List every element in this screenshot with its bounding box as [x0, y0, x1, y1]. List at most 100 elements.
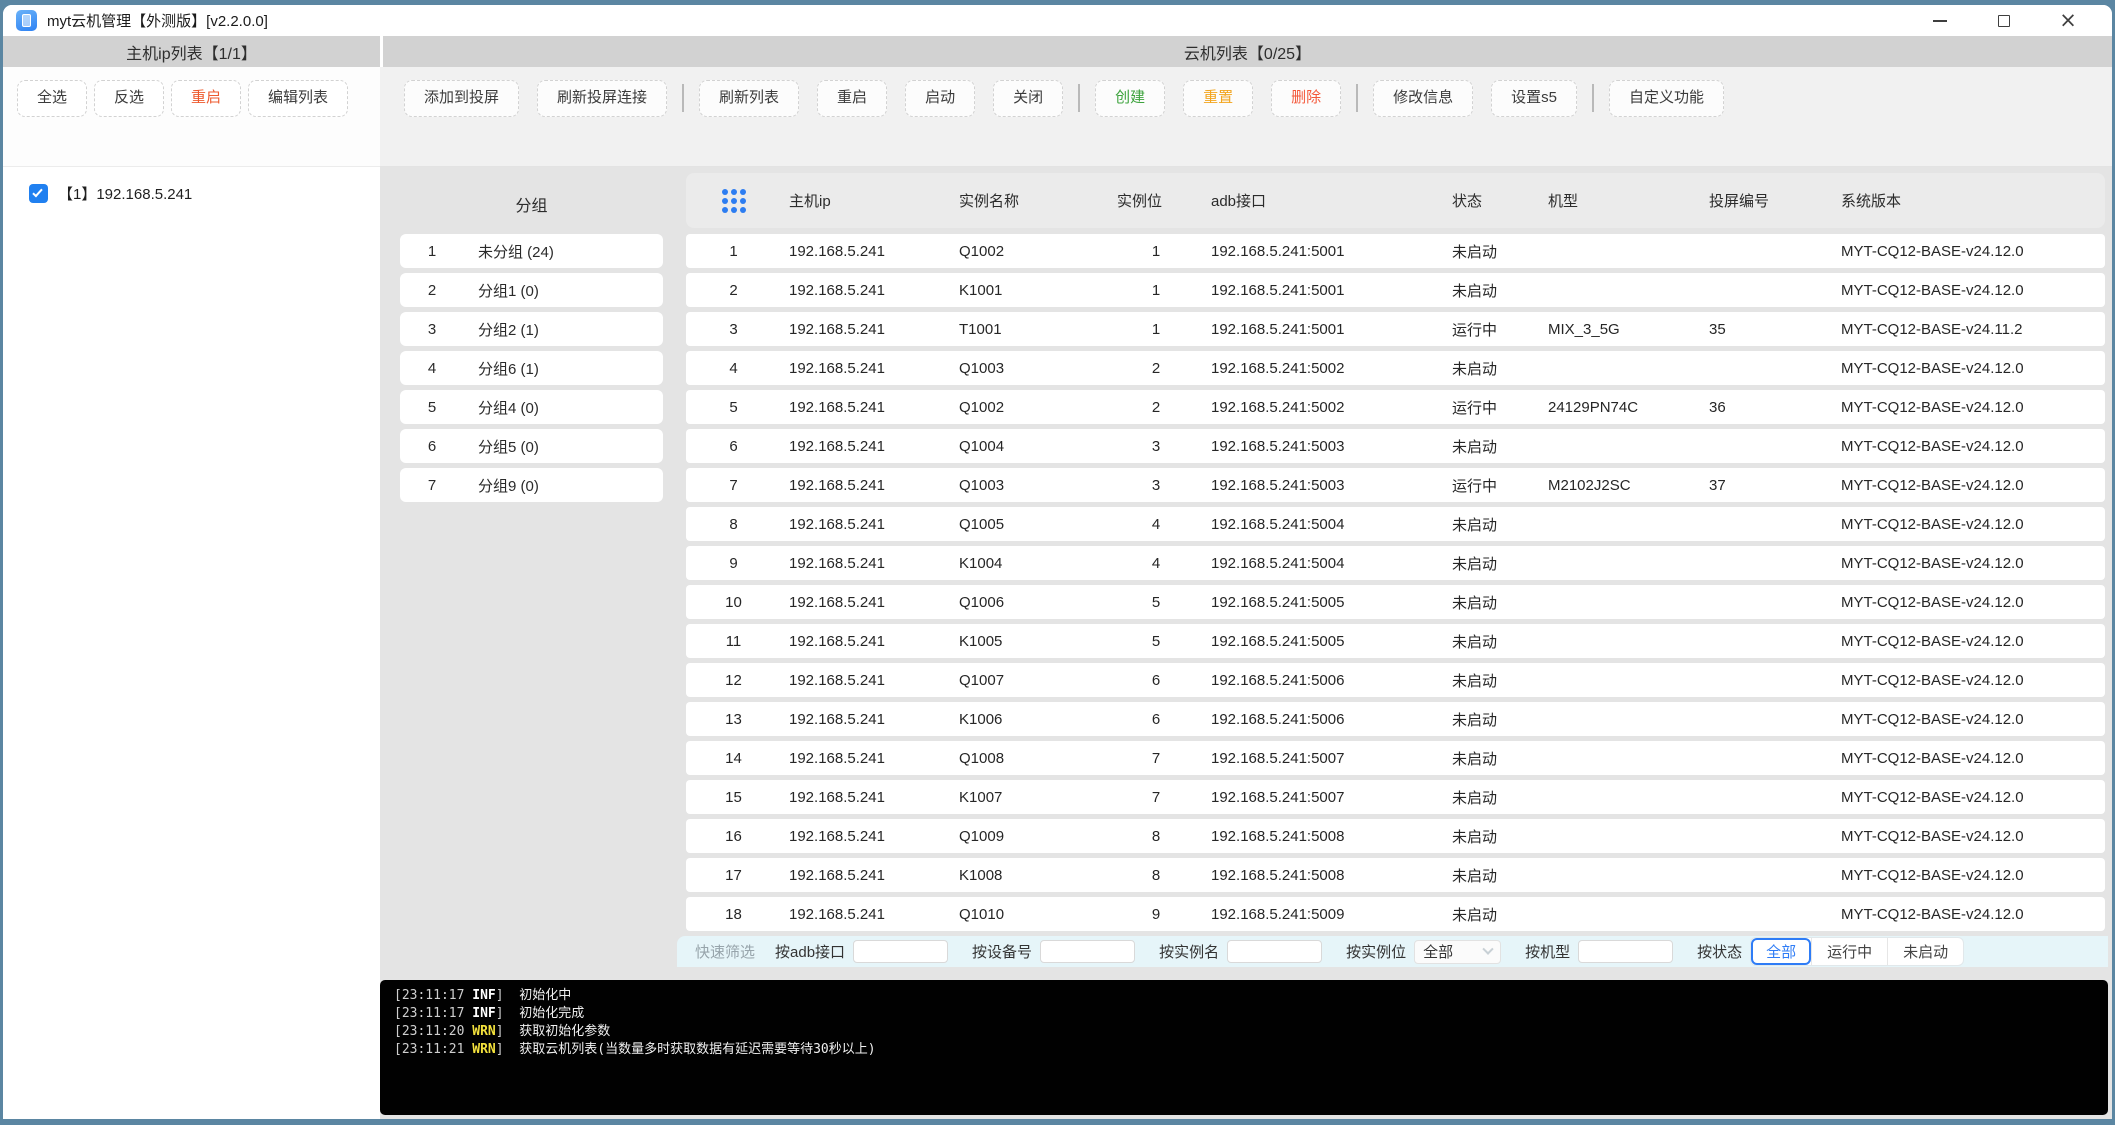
table-body: 1 192.168.5.241 Q1002 1 192.168.5.241:5001 未启…: [686, 234, 2105, 931]
table-row[interactable]: 2 192.168.5.241 K1001 1 192.168.5.241:5001 未启…: [686, 273, 2105, 307]
table-row[interactable]: 9 192.168.5.241 K1004 4 192.168.5.241:5004 未启…: [686, 546, 2105, 580]
table-row[interactable]: 8 192.168.5.241 Q1005 4 192.168.5.241:5004 未启…: [686, 507, 2105, 541]
filter-model-input[interactable]: [1578, 940, 1674, 963]
cloud-button[interactable]: 重启: [817, 80, 888, 117]
select-all-grid-icon[interactable]: [721, 188, 746, 213]
table-cell: 未启动: [1452, 672, 1498, 690]
filter-device-input[interactable]: [1040, 940, 1136, 963]
group-row-number: 3: [427, 320, 437, 338]
table-cell: 192.168.5.241:5005: [1211, 632, 1345, 650]
table-cell: 1: [1151, 242, 1161, 260]
table-header-cell: 主机ip: [789, 193, 831, 210]
table-cell: 未启动: [1452, 867, 1498, 885]
table-cell: 192.168.5.241: [789, 788, 885, 806]
table-cell: Q1005: [959, 515, 1005, 533]
group-row[interactable]: 1 未分组 (24): [400, 234, 663, 268]
table-cell: MYT-CQ12-BASE-v24.12.0: [1841, 437, 2024, 455]
log-level: INF: [472, 1006, 496, 1021]
filter-pos-label: 按实例位: [1346, 944, 1407, 961]
table-row[interactable]: 11 192.168.5.241 K1005 5 192.168.5.241:5005 未…: [686, 624, 2105, 658]
table-cell: MYT-CQ12-BASE-v24.12.0: [1841, 242, 2024, 260]
table-cell: 192.168.5.241: [789, 710, 885, 728]
log-time: [23:11:21: [394, 1042, 473, 1057]
table-cell: 192.168.5.241: [789, 671, 885, 689]
cloud-button[interactable]: 创建: [1095, 80, 1166, 117]
log-message: 获取云机列表(当数量多时获取数据有延迟需要等待30秒以上): [519, 1042, 876, 1057]
cloud-button[interactable]: 关闭: [993, 80, 1064, 117]
table-row[interactable]: 3 192.168.5.241 T1001 1 192.168.5.241:5001 运行…: [686, 312, 2105, 346]
cloud-button[interactable]: 删除: [1271, 80, 1342, 117]
table-cell: 36: [1709, 398, 1726, 416]
table-cell: 运行中: [1452, 477, 1498, 495]
table-cell: 未启动: [1452, 282, 1498, 300]
group-row-number: 4: [427, 359, 437, 377]
cloud-button[interactable]: 刷新列表: [699, 80, 800, 117]
table-row[interactable]: 16 192.168.5.241 Q1009 8 192.168.5.241:5008 未…: [686, 819, 2105, 853]
table-cell: 1: [1151, 281, 1161, 299]
cloud-button[interactable]: 重置: [1183, 80, 1254, 117]
host-button[interactable]: 重启: [171, 80, 242, 117]
log-level: WRN: [472, 1042, 496, 1057]
instance-table: 主机ip 实例名称 实例位 adb接口 状态 机型 投屏编号 系统版本 1 192.168.5.…: [686, 173, 2105, 936]
table-row[interactable]: 14 192.168.5.241 Q1008 7 192.168.5.241:5007 未…: [686, 741, 2105, 775]
group-row[interactable]: 4 分组6 (1): [400, 351, 663, 385]
group-row[interactable]: 6 分组5 (0): [400, 429, 663, 463]
table-row[interactable]: 18 192.168.5.241 Q1010 9 192.168.5.241:5009 未…: [686, 897, 2105, 931]
toolbar-group: 添加到投屏 刷新投屏连接: [404, 80, 668, 117]
toolbar-divider: [682, 84, 685, 112]
table-row[interactable]: 15 192.168.5.241 K1007 7 192.168.5.241:5007 未…: [686, 780, 2105, 814]
group-row[interactable]: 2 分组1 (0): [400, 273, 663, 307]
desktop-background: myt云机管理【外测版】[v2.2.0.0] × 主机ip列表【1/1】 云机列…: [0, 0, 2115, 1125]
log-line: [23:11:17 INF] 初始化完成: [394, 1005, 2108, 1023]
table-cell: 192.168.5.241: [789, 398, 885, 416]
table-cell: 8: [1151, 866, 1161, 884]
table-header-cell: 系统版本: [1841, 193, 1902, 210]
cloud-button[interactable]: 添加到投屏: [404, 80, 520, 117]
table-row[interactable]: 6 192.168.5.241 Q1004 3 192.168.5.241:5003 未启…: [686, 429, 2105, 463]
status-segment[interactable]: 全部: [1751, 938, 1811, 965]
table-cell: 37: [1709, 476, 1726, 494]
filter-adb-input[interactable]: [853, 940, 949, 963]
host-button[interactable]: 全选: [17, 80, 88, 117]
cloud-button[interactable]: 启动: [905, 80, 976, 117]
table-cell: MYT-CQ12-BASE-v24.12.0: [1841, 710, 2024, 728]
table-row[interactable]: 10 192.168.5.241 Q1006 5 192.168.5.241:5005 未…: [686, 585, 2105, 619]
host-button[interactable]: 编辑列表: [248, 80, 349, 117]
filter-pos-select[interactable]: 全部: [1414, 939, 1502, 964]
host-button[interactable]: 反选: [94, 80, 165, 117]
cloud-button[interactable]: 修改信息: [1373, 80, 1474, 117]
table-row[interactable]: 12 192.168.5.241 Q1007 6 192.168.5.241:5006 未…: [686, 663, 2105, 697]
table-cell: 1: [729, 242, 738, 260]
group-row-number: 5: [427, 398, 437, 416]
table-cell: 未启动: [1452, 516, 1498, 534]
cloud-button[interactable]: 自定义功能: [1609, 80, 1725, 117]
table-row[interactable]: 4 192.168.5.241 Q1003 2 192.168.5.241:5002 未启…: [686, 351, 2105, 385]
minimize-button[interactable]: [1908, 6, 1972, 36]
group-row[interactable]: 5 分组4 (0): [400, 390, 663, 424]
window-controls: ×: [1908, 6, 2100, 36]
table-cell: 未启动: [1452, 360, 1498, 378]
log-time: [23:11:17: [394, 1006, 473, 1021]
close-button[interactable]: ×: [2036, 6, 2100, 36]
maximize-button[interactable]: [1972, 6, 2036, 36]
host-checkbox[interactable]: [29, 184, 48, 203]
table-cell: MYT-CQ12-BASE-v24.12.0: [1841, 827, 2024, 845]
host-ip-list: 【1】192.168.5.241: [3, 167, 380, 204]
table-row[interactable]: 7 192.168.5.241 Q1003 3 192.168.5.241:5003 运行…: [686, 468, 2105, 502]
group-row[interactable]: 7 分组9 (0): [400, 468, 663, 502]
table-cell: 未启动: [1452, 633, 1498, 651]
filter-device-label: 按设备号: [972, 944, 1033, 961]
table-row[interactable]: 5 192.168.5.241 Q1002 2 192.168.5.241:5002 运行…: [686, 390, 2105, 424]
filter-name-input[interactable]: [1227, 940, 1323, 963]
table-row[interactable]: 1 192.168.5.241 Q1002 1 192.168.5.241:5001 未启…: [686, 234, 2105, 268]
table-row[interactable]: 17 192.168.5.241 K1008 8 192.168.5.241:5008 未…: [686, 858, 2105, 892]
table-cell: 24129PN74C: [1548, 398, 1639, 416]
status-segment[interactable]: 未启动: [1887, 938, 1963, 965]
status-segment[interactable]: 运行中: [1811, 938, 1887, 965]
group-row[interactable]: 3 分组2 (1): [400, 312, 663, 346]
table-cell: MYT-CQ12-BASE-v24.12.0: [1841, 905, 2024, 923]
cloud-button[interactable]: 设置s5: [1491, 80, 1577, 117]
table-row[interactable]: 13 192.168.5.241 K1006 6 192.168.5.241:5006 未…: [686, 702, 2105, 736]
cloud-button[interactable]: 刷新投屏连接: [537, 80, 668, 117]
host-ip-item[interactable]: 【1】192.168.5.241: [29, 183, 380, 204]
